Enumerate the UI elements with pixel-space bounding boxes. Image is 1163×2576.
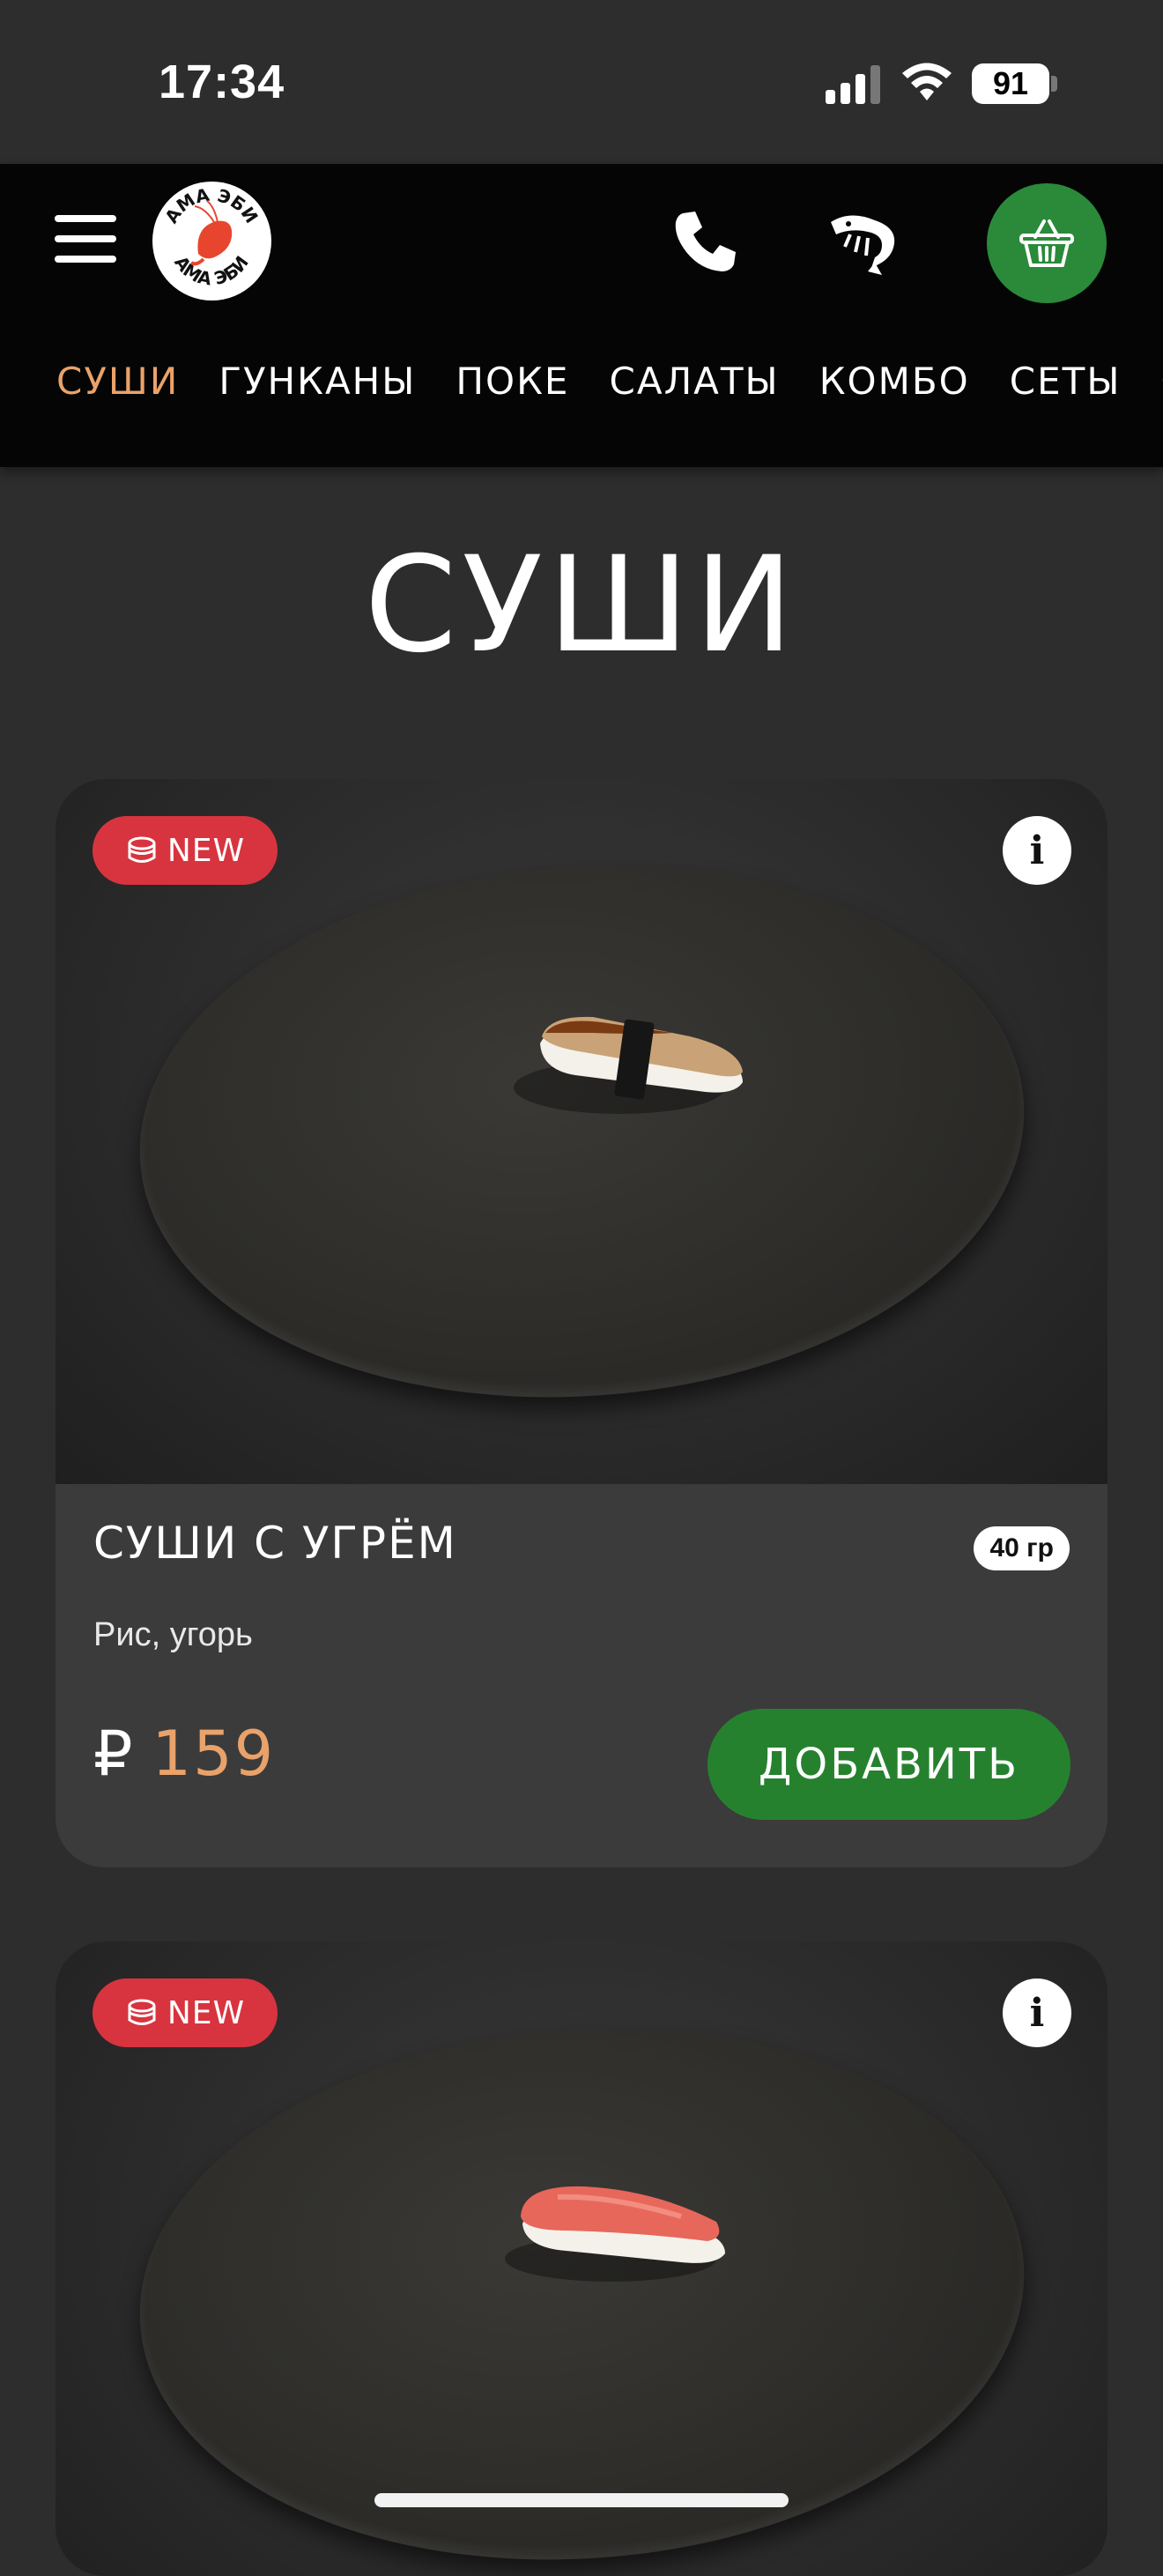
wifi-icon	[902, 63, 952, 100]
info-icon: i	[1029, 1990, 1045, 2036]
badge-label: NEW	[167, 832, 246, 869]
plate	[122, 836, 1042, 1427]
sushi-roll-icon	[128, 1999, 156, 2025]
info-button[interactable]: i	[1003, 816, 1071, 885]
product-price: ₽ 159	[93, 1718, 275, 1790]
product-details: СУШИ С УГРЁМ 40 гр Рис, угорь ₽ 159 ДОБА…	[56, 1484, 1107, 1867]
shrimp-menu-button[interactable]	[824, 201, 903, 280]
eel-nigiri-image	[514, 1016, 743, 1114]
new-badge: NEW	[93, 1978, 278, 2047]
category-tab-sushi[interactable]: СУШИ	[56, 360, 179, 403]
category-tab-poke[interactable]: ПОКЕ	[456, 360, 569, 403]
battery-tip	[1051, 76, 1057, 92]
shrimp-logo-icon: АМА ЭБИ АМА ЭБИ	[160, 184, 263, 290]
home-indicator[interactable]	[374, 2493, 789, 2507]
badge-label: NEW	[167, 1994, 246, 2031]
basket-icon	[1019, 219, 1074, 267]
battery-indicator: 91	[972, 63, 1049, 104]
new-badge: NEW	[93, 816, 278, 885]
hamburger-menu-button[interactable]	[55, 215, 116, 268]
battery-level: 91	[992, 65, 1029, 101]
price-value: 159	[152, 1718, 276, 1790]
phone-call-button[interactable]	[665, 201, 744, 280]
shrimp-icon	[831, 215, 895, 275]
info-button[interactable]: i	[1003, 1978, 1071, 2047]
menu-line	[55, 256, 116, 263]
menu-line	[55, 235, 116, 242]
brand-logo[interactable]: АМА ЭБИ АМА ЭБИ	[152, 182, 271, 301]
status-time: 17:34	[159, 56, 285, 108]
page-title: СУШИ	[364, 529, 799, 682]
category-nav: СУШИ ГУНКАНЫ ПОКЕ САЛАТЫ КОМБО СЕТЫ С	[56, 360, 1163, 421]
cart-button[interactable]	[987, 183, 1107, 303]
product-card: NEW i СУШИ С УГРЁМ 40 гр Рис, угорь ₽ 15…	[56, 779, 1107, 1867]
category-tab-salads[interactable]: САЛАТЫ	[610, 360, 780, 403]
sushi-roll-icon	[128, 836, 156, 863]
product-card: NEW i	[56, 1941, 1107, 2576]
category-tab-gunkans[interactable]: ГУНКАНЫ	[219, 360, 416, 403]
menu-line	[55, 215, 116, 222]
info-icon: i	[1029, 828, 1045, 873]
product-image[interactable]	[56, 779, 1107, 1484]
ruble-icon: ₽	[93, 1718, 133, 1790]
tuna-nigiri-image	[505, 2186, 725, 2282]
category-tab-combo[interactable]: КОМБО	[819, 360, 970, 403]
category-tab-sets[interactable]: СЕТЫ	[1010, 360, 1122, 403]
product-description: Рис, угорь	[93, 1616, 253, 1653]
status-bar: 17:34 91	[0, 0, 1163, 164]
weight-badge: 40 гр	[974, 1526, 1070, 1570]
cellular-signal-icon	[826, 65, 880, 104]
add-to-cart-button[interactable]: ДОБАВИТЬ	[707, 1709, 1070, 1820]
phone-icon	[675, 212, 736, 271]
product-name: СУШИ С УГРЁМ	[93, 1518, 457, 1569]
